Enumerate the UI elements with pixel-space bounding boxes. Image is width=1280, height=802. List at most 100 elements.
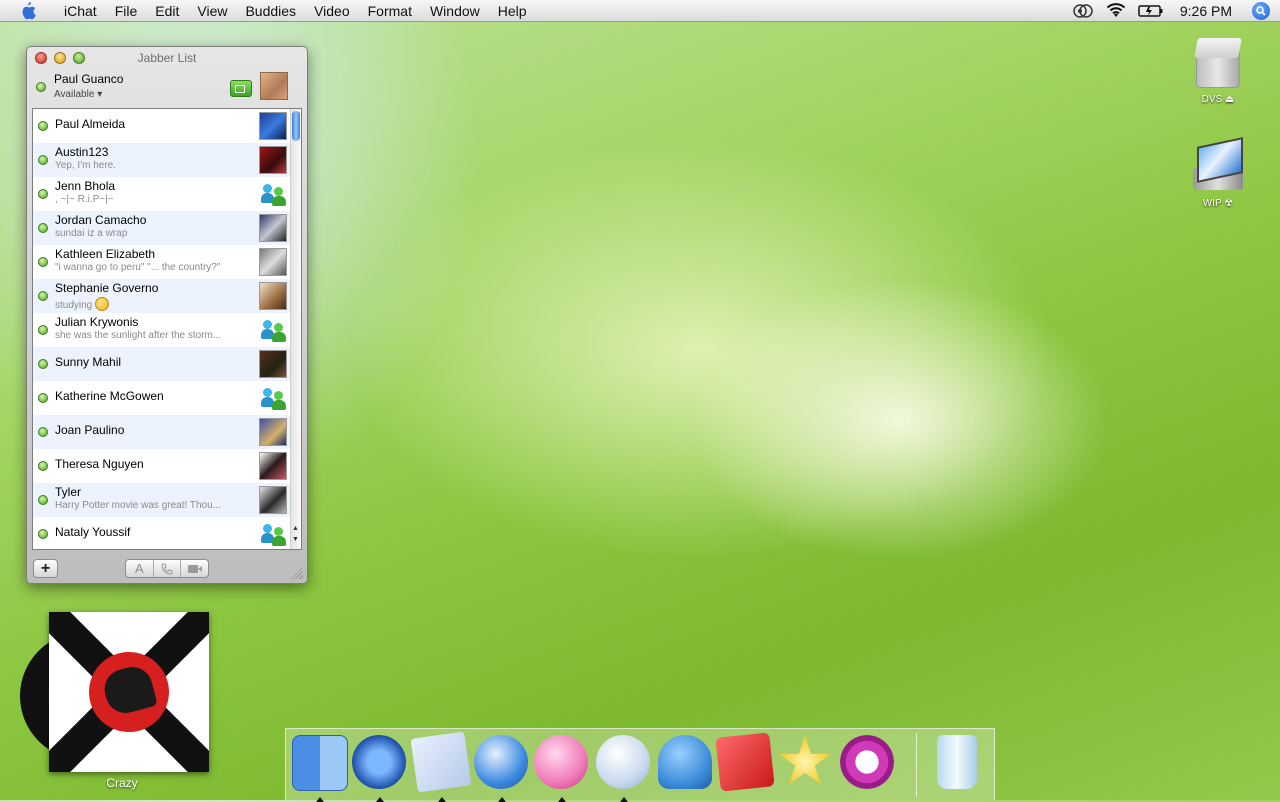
menu-video[interactable]: Video [305,0,359,22]
apple-menu-icon[interactable] [17,0,39,22]
album-title: Crazy [106,776,138,790]
preview-icon [410,731,472,793]
buddy-row[interactable]: Tyler Harry Potter movie was great! Thou… [33,483,291,517]
buddy-name: Sunny Mahil [55,355,122,369]
buddy-status-message: "i wanna go to peru" "... the country?" [55,262,221,273]
buddy-row[interactable]: Austin123 Yep, I'm here. [33,143,291,177]
dock-quicktime[interactable] [840,735,896,791]
menu-buddies[interactable]: Buddies [236,0,305,22]
buddy-name: Tyler [55,485,82,499]
dock-separator [916,733,917,797]
dock-ichat[interactable] [534,735,590,802]
desktop-drive-dvs[interactable]: DVS ⏏ [1178,36,1258,105]
buddy-picture [259,350,287,378]
computer-icon [1189,137,1247,196]
album-artwork[interactable] [49,612,209,772]
ichat-icon [534,735,588,789]
desktop-drive-wip[interactable]: WIP ☢ [1178,137,1258,209]
buddy-name: Kathleen Elizabeth [55,247,156,261]
dock [285,728,995,802]
buddy-row[interactable]: Joan Paulino [33,415,291,449]
buddy-status-message: studying [55,300,93,311]
vertical-scrollbar[interactable]: ▲ ▼ [290,109,301,549]
available-status-icon [38,121,48,131]
resize-grip[interactable] [291,567,303,579]
desktop-icon-label: WIP ☢ [1202,198,1234,209]
audio-chat-button[interactable] [154,560,182,577]
buddy-picture [259,418,287,446]
menu-view[interactable]: View [188,0,236,22]
trash-icon [937,735,977,789]
my-status: Available [54,89,95,100]
battery-icon[interactable] [1138,4,1164,18]
dock-safari[interactable] [474,735,530,802]
buddy-name: Joan Paulino [55,423,125,437]
available-status-icon [38,359,48,369]
wifi-icon[interactable] [1106,2,1126,19]
buddy-row[interactable]: Paul Almeida [33,109,291,143]
video-chat-button[interactable] [181,560,208,577]
dock-dashboard[interactable] [352,735,408,802]
dock-trash[interactable] [930,735,986,791]
buddy-picture [259,248,287,276]
dock-textmate[interactable] [715,732,775,792]
buddy-name: Paul Almeida [55,117,126,131]
buddy-picture [259,146,287,174]
available-status-icon [38,427,48,437]
video-icon [187,564,202,573]
buddy-row[interactable]: Julian Krywonis she was the sunlight aft… [33,313,291,347]
finder-icon [292,735,348,791]
buddy-status-line: studying [55,297,255,311]
menu-window[interactable]: Window [421,0,489,22]
available-status-icon [38,189,48,199]
buddy-row[interactable]: Katherine McGowen [33,381,291,415]
status-menu[interactable]: Available ▾ [54,89,102,100]
scroll-thumb[interactable] [292,111,300,141]
scroll-down-arrow-icon[interactable]: ▼ [292,536,299,543]
title-bar[interactable]: Jabber List [27,47,307,69]
video-camera-icon[interactable] [230,80,252,97]
buddy-picture [259,452,287,480]
available-status-icon [38,529,48,539]
buddy-row[interactable]: Kathleen Elizabeth "i wanna go to peru" … [33,245,291,279]
dock-star-app[interactable] [778,735,834,791]
buddy-row[interactable]: Theresa Nguyen [33,449,291,483]
menu-bar: iChat File Edit View Buddies Video Forma… [0,0,1280,22]
buddy-status-message: sundai iz a wrap [55,228,128,239]
spotlight-icon[interactable] [1252,1,1270,20]
safari-icon [474,735,528,789]
buddy-name: Jenn Bhola [55,179,116,193]
buddy-row[interactable]: Sunny Mahil [33,347,291,381]
menu-app-ichat[interactable]: iChat [55,0,106,22]
text-chat-button[interactable]: A [126,560,154,577]
scroll-up-arrow-icon[interactable]: ▲ [292,525,299,532]
dock-adium[interactable] [658,735,714,791]
menu-file[interactable]: File [106,0,147,22]
buddy-name: Austin123 [55,145,109,159]
buddy-row[interactable]: Jordan Camacho sundai iz a wrap [33,211,291,245]
buddy-row[interactable]: Nataly Youssif [33,517,291,549]
itunes-icon [596,735,650,789]
menu-help[interactable]: Help [489,0,536,22]
buddy-name: Nataly Youssif [55,525,131,539]
menu-clock[interactable]: 9:26 PM [1180,3,1232,19]
buddy-status-message: , ~|~ R.i.P~|~ [55,194,114,205]
add-buddy-button[interactable]: + [33,559,58,578]
menu-edit[interactable]: Edit [146,0,188,22]
dock-finder[interactable] [292,735,348,802]
buddy-picture [259,486,287,514]
ichat-status-icon[interactable] [1072,3,1094,19]
buddy-picture [259,282,287,310]
buddy-people-icon [261,522,287,546]
adium-icon [658,735,712,789]
buddy-row[interactable]: Jenn Bhola , ~|~ R.i.P~|~ [33,177,291,211]
available-status-icon [38,461,48,471]
dock-itunes[interactable] [596,735,652,802]
available-status-icon [38,223,48,233]
dock-preview[interactable] [410,731,472,802]
my-buddy-picture[interactable] [260,72,288,100]
my-name[interactable]: Paul Guanco [54,72,123,86]
buddy-row[interactable]: Stephanie Governo studying [33,279,291,313]
menu-format[interactable]: Format [359,0,421,22]
buddy-name: Jordan Camacho [55,213,147,227]
